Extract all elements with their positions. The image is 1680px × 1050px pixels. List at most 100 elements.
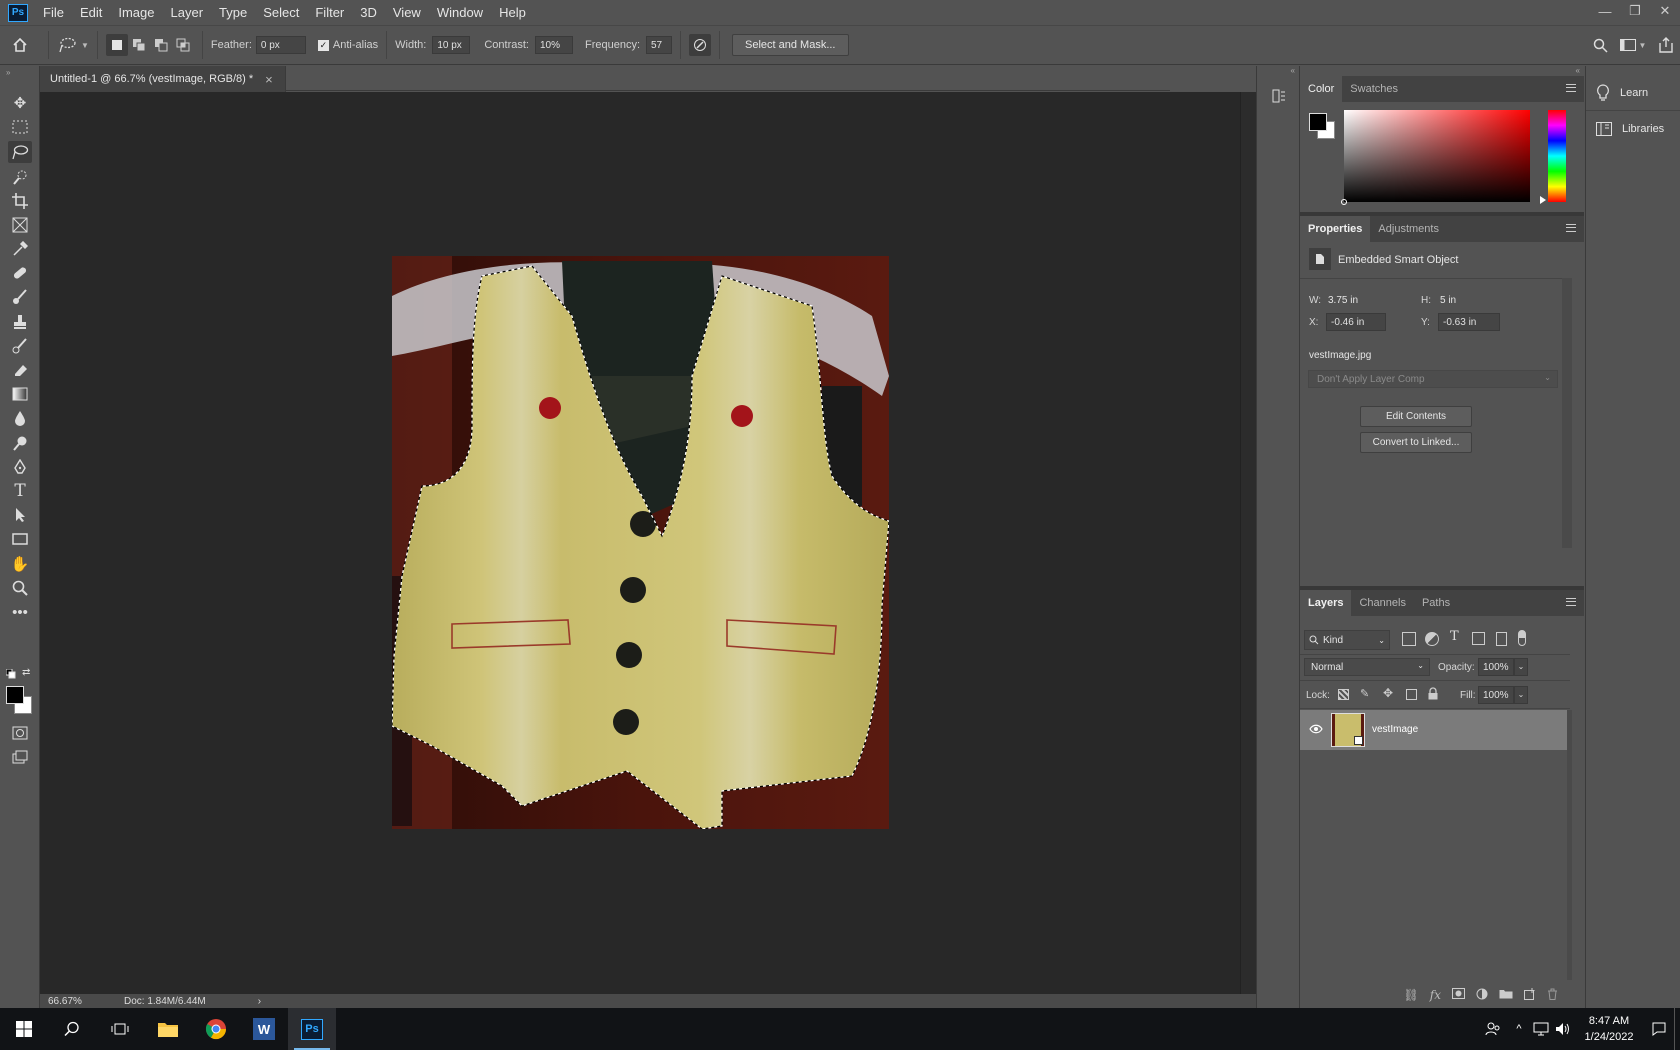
lock-artboard-icon[interactable]: [1406, 689, 1417, 700]
contrast-input[interactable]: [534, 36, 573, 54]
frame-tool-icon[interactable]: [8, 214, 32, 236]
quick-selection-tool-icon[interactable]: [8, 166, 32, 188]
menu-filter[interactable]: Filter: [307, 0, 352, 25]
subtract-from-selection-icon[interactable]: [150, 34, 172, 56]
select-and-mask-button[interactable]: Select and Mask...: [732, 34, 849, 56]
dodge-tool-icon[interactable]: [8, 432, 32, 454]
windows-start-icon[interactable]: [0, 1008, 48, 1050]
new-group-icon[interactable]: [1499, 988, 1513, 1002]
blend-mode-select[interactable]: Normal ⌄: [1304, 658, 1430, 676]
history-brush-tool-icon[interactable]: [8, 335, 32, 357]
panel-menu-icon[interactable]: [1566, 224, 1576, 232]
adjustment-layer-icon[interactable]: [1476, 988, 1488, 1003]
document-image[interactable]: [392, 256, 889, 829]
move-tool-icon[interactable]: ✥: [8, 92, 32, 114]
menu-type[interactable]: Type: [211, 0, 255, 25]
fill-input[interactable]: [1478, 686, 1514, 704]
new-layer-icon[interactable]: [1524, 987, 1536, 1003]
layer-thumbnail[interactable]: [1331, 713, 1365, 747]
zoom-level[interactable]: 66.67%: [40, 996, 100, 1007]
tab-channels[interactable]: Channels: [1351, 590, 1413, 616]
w-value[interactable]: 3.75 in: [1328, 295, 1358, 306]
color-foreground-swatch[interactable]: [1309, 113, 1327, 131]
anti-alias-checkbox[interactable]: ✓ Anti-alias: [317, 39, 378, 51]
close-tab-icon[interactable]: ×: [265, 72, 273, 87]
chrome-icon[interactable]: [192, 1008, 240, 1050]
width-input[interactable]: [432, 36, 471, 54]
rectangle-tool-icon[interactable]: [8, 528, 32, 550]
lock-transparent-icon[interactable]: [1338, 689, 1349, 700]
link-layers-icon[interactable]: ⛓: [1404, 988, 1419, 1002]
vertical-scrollbar[interactable]: [1240, 92, 1256, 994]
feather-input[interactable]: [255, 36, 306, 54]
healing-brush-tool-icon[interactable]: [8, 262, 32, 284]
fill-dropdown-icon[interactable]: ⌄: [1514, 686, 1528, 704]
search-icon[interactable]: [48, 1008, 96, 1050]
y-input[interactable]: [1438, 313, 1500, 331]
eyedropper-tool-icon[interactable]: [8, 238, 32, 260]
file-explorer-icon[interactable]: [144, 1008, 192, 1050]
clone-stamp-tool-icon[interactable]: [8, 311, 32, 333]
document-tab[interactable]: Untitled-1 @ 66.7% (vestImage, RGB/8) * …: [40, 66, 286, 92]
search-icon[interactable]: [1586, 38, 1614, 53]
tab-swatches[interactable]: Swatches: [1342, 76, 1406, 102]
crop-tool-icon[interactable]: [8, 190, 32, 212]
menu-select[interactable]: Select: [255, 0, 307, 25]
opacity-dropdown-icon[interactable]: ⌄: [1514, 658, 1528, 676]
add-to-selection-icon[interactable]: [128, 34, 150, 56]
filter-smart-object-icon[interactable]: [1496, 632, 1507, 646]
learn-panel-button[interactable]: Learn: [1596, 84, 1648, 102]
menu-file[interactable]: File: [35, 0, 72, 25]
gradient-tool-icon[interactable]: [8, 383, 32, 405]
new-selection-icon[interactable]: [105, 34, 128, 56]
workspace-icon[interactable]: ▼: [1614, 39, 1652, 51]
history-panel-icon[interactable]: [1269, 86, 1289, 106]
status-menu-arrow-icon[interactable]: ›: [258, 996, 261, 1007]
tab-layers[interactable]: Layers: [1300, 590, 1352, 616]
layer-name[interactable]: vestImage: [1372, 724, 1418, 735]
tab-color[interactable]: Color: [1300, 76, 1343, 102]
screen-mode-icon[interactable]: [8, 746, 32, 768]
blur-tool-icon[interactable]: [8, 407, 32, 429]
hue-slider[interactable]: [1548, 110, 1566, 202]
convert-to-linked-button[interactable]: Convert to Linked...: [1360, 432, 1472, 453]
layer-row[interactable]: vestImage: [1300, 710, 1567, 750]
properties-scrollbar[interactable]: [1562, 278, 1572, 548]
panel-menu-icon[interactable]: [1566, 84, 1576, 92]
menu-3d[interactable]: 3D: [352, 0, 385, 25]
color-field[interactable]: [1341, 110, 1530, 205]
share-icon[interactable]: [1652, 37, 1680, 53]
pen-tool-icon[interactable]: [8, 456, 32, 478]
menu-edit[interactable]: Edit: [72, 0, 110, 25]
opacity-input[interactable]: [1478, 658, 1514, 676]
quick-mask-icon[interactable]: [8, 722, 32, 744]
network-icon[interactable]: [1530, 1022, 1552, 1036]
hand-tool-icon[interactable]: ✋: [8, 553, 32, 575]
delete-layer-icon[interactable]: [1547, 988, 1558, 1003]
filter-shape-icon[interactable]: [1472, 632, 1485, 645]
canvas-area[interactable]: [40, 92, 1240, 994]
filter-type-icon[interactable]: T: [1450, 629, 1459, 644]
menu-window[interactable]: Window: [429, 0, 491, 25]
notifications-icon[interactable]: [1644, 1022, 1674, 1036]
menu-image[interactable]: Image: [110, 0, 162, 25]
word-icon[interactable]: W: [240, 1008, 288, 1050]
tab-paths[interactable]: Paths: [1414, 590, 1458, 616]
filter-pixel-icon[interactable]: [1402, 632, 1416, 646]
home-icon[interactable]: [0, 37, 40, 53]
task-view-icon[interactable]: [96, 1008, 144, 1050]
clock[interactable]: 8:47 AM 1/24/2022: [1574, 1013, 1644, 1045]
tab-properties[interactable]: Properties: [1300, 216, 1371, 242]
layers-scrollbar[interactable]: [1567, 710, 1572, 980]
fx-icon[interactable]: fx: [1430, 988, 1441, 1002]
swap-colors-icon[interactable]: ⇄: [22, 667, 30, 678]
intersect-selection-icon[interactable]: [172, 34, 194, 56]
layer-filter-kind-select[interactable]: Kind ⌄: [1304, 630, 1390, 650]
magnetic-lasso-preset-icon[interactable]: ▼: [57, 36, 89, 54]
type-tool-icon[interactable]: T: [8, 480, 32, 502]
lock-position-icon[interactable]: ✥: [1383, 686, 1393, 700]
menu-layer[interactable]: Layer: [163, 0, 212, 25]
lasso-tool-icon[interactable]: [8, 141, 32, 163]
libraries-panel-button[interactable]: Libraries: [1596, 122, 1664, 136]
foreground-color-swatch[interactable]: [6, 686, 24, 704]
